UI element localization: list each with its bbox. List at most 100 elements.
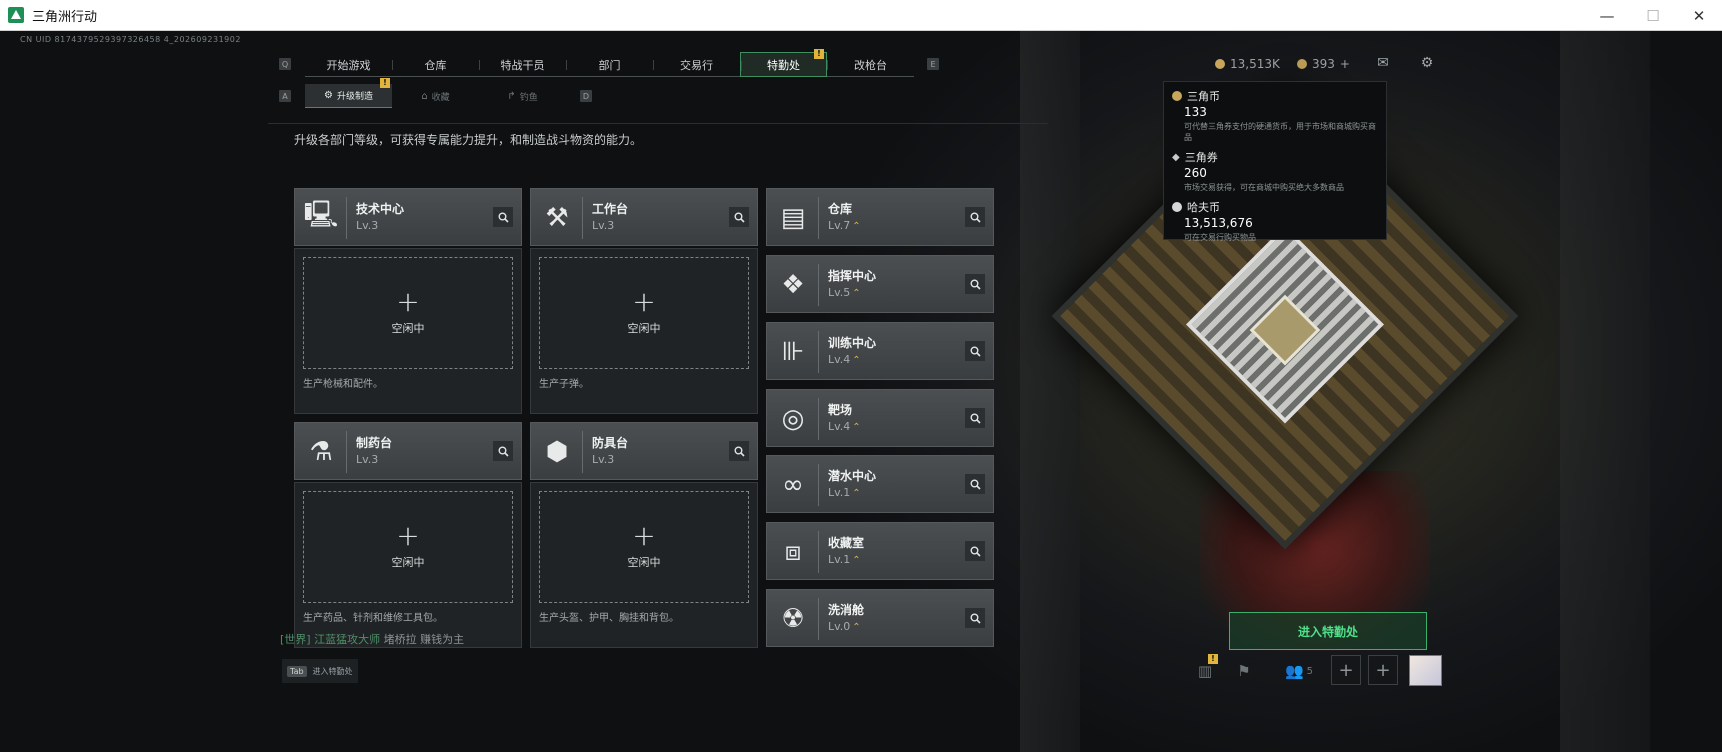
chat-user[interactable]: 江蓝猛攻大师 [314, 633, 380, 646]
tab-operators[interactable]: 特战干员 [479, 52, 566, 77]
card-body: + 空闲中 生产枪械和配件。 [294, 248, 522, 414]
search-icon[interactable] [965, 474, 985, 494]
search-icon[interactable] [965, 408, 985, 428]
close-button[interactable]: ✕ [1676, 0, 1722, 31]
ticket-currency-display[interactable]: 393 + [1297, 57, 1350, 71]
tooltip-item: ◆ 三角券 260 市场交易获得，可在商城中购买绝大多数商品 [1172, 149, 1378, 193]
search-icon[interactable] [965, 541, 985, 561]
production-card-armor-bench: ⬢ 防具台 Lv.3 + 空闲中 生产头盔、护甲、胸挂和背包。 [530, 422, 758, 648]
tab-start-game[interactable]: 开始游戏 [305, 52, 392, 77]
hafu-currency-display[interactable]: 13,513K [1215, 57, 1280, 71]
stats-chart-icon[interactable]: ▥! [1190, 654, 1220, 686]
page-description: 升级各部门等级，可获得专属能力提升，和制造战斗物资的能力。 [294, 133, 643, 147]
tab-department[interactable]: 部门 [566, 52, 653, 77]
command-center-icon: ❖ [781, 270, 805, 300]
level-text: Lv.0 [828, 620, 851, 633]
search-icon[interactable] [493, 441, 513, 461]
currency-name: 三角券 [1184, 151, 1218, 164]
add-currency-button[interactable]: + [1340, 57, 1350, 71]
facility-name: 靶场 [828, 403, 853, 417]
divider [818, 531, 819, 573]
currency-description: 市场交易获得，可在商城中购买绝大多数商品 [1184, 183, 1344, 192]
mail-icon[interactable]: ✉ [1373, 54, 1393, 72]
facility-card-diving-center[interactable]: ∞ 潜水中心 Lv.1 ⌃ [766, 455, 994, 513]
ticket-icon: ◆ [1172, 151, 1180, 163]
cube-core [1249, 294, 1321, 366]
facility-level: Lv.4 ⌃ [828, 420, 861, 433]
flag-icon[interactable]: ⚑ [1229, 656, 1259, 686]
plus-icon: + [396, 519, 420, 552]
card-header[interactable]: ⚗ 制药台 Lv.3 [294, 422, 522, 480]
hafu-coin-icon [1215, 59, 1225, 69]
production-slot[interactable]: + 空闲中 [539, 257, 749, 369]
search-icon[interactable] [729, 441, 749, 461]
computer-icon: 🖳 [303, 200, 339, 230]
currency-description: 可代替三角券支付的硬通货币，用于市场和商城购买商品 [1184, 122, 1376, 142]
add-teammate-button[interactable]: + [1368, 655, 1398, 685]
tooltip-item: 哈夫币 13,513,676 可在交易行购买物品 [1172, 199, 1378, 243]
facility-card-shooting-range[interactable]: ◎ 靶场 Lv.4 ⌃ [766, 389, 994, 447]
sub-tab-bar: ⚙ 升级制造 ! ⌂ 收藏 ↱ 钓鱼 [305, 78, 566, 108]
collection-room-icon: ⧈ [784, 536, 802, 567]
warehouse-icon: ▤ [780, 203, 806, 233]
subtab-label: 收藏 [431, 92, 450, 103]
production-slot[interactable]: + 空闲中 [303, 257, 513, 369]
facility-name: 洗消舱 [828, 603, 865, 617]
notification-badge: ! [380, 78, 390, 88]
card-header: ⊪ 训练中心 Lv.4 ⌃ [766, 322, 994, 380]
fishing-icon: ↱ [507, 90, 516, 102]
divider [582, 197, 583, 239]
tab-label: 开始游戏 [326, 58, 371, 72]
tab-gunsmith[interactable]: 改枪台 [827, 52, 914, 77]
level-text: Lv.7 [828, 219, 851, 232]
facility-card-training-center[interactable]: ⊪ 训练中心 Lv.4 ⌃ [766, 322, 994, 380]
card-header[interactable]: ⬢ 防具台 Lv.3 [530, 422, 758, 480]
upgrade-arrow-icon: ⌃ [852, 422, 861, 433]
search-icon[interactable] [965, 341, 985, 361]
subtab-fishing[interactable]: ↱ 钓鱼 [479, 84, 566, 108]
dumbbell-icon: ⊪ [781, 337, 805, 367]
tooltip-item: 三角币 133 可代替三角券支付的硬通货币，用于市场和商城购买商品 [1172, 88, 1378, 143]
subtab-upgrade-craft[interactable]: ⚙ 升级制造 ! [305, 78, 392, 108]
facility-card-warehouse[interactable]: ▤ 仓库 Lv.7 ⌃ [766, 188, 994, 246]
search-icon[interactable] [965, 207, 985, 227]
facility-name: 制药台 [356, 436, 393, 450]
card-header[interactable]: ⚒ 工作台 Lv.3 [530, 188, 758, 246]
search-icon[interactable] [965, 274, 985, 294]
divider [268, 123, 1048, 124]
search-icon[interactable] [493, 207, 513, 227]
facility-card-decontamination[interactable]: ☢ 洗消舱 Lv.0 ⌃ [766, 589, 994, 647]
tab-special-ops[interactable]: 特勤处 ! [740, 49, 827, 77]
search-icon[interactable] [965, 608, 985, 628]
production-note: 生产头盔、护甲、胸挂和背包。 [539, 613, 679, 624]
search-icon[interactable] [729, 207, 749, 227]
upgrade-arrow-icon: ⌃ [852, 555, 861, 566]
add-teammate-button[interactable]: + [1331, 655, 1361, 685]
maximize-button[interactable]: ☐ [1630, 0, 1676, 31]
tab-warehouse[interactable]: 仓库 [392, 52, 479, 77]
enter-special-ops-button[interactable]: 进入特勤处 [1229, 612, 1427, 650]
production-slot[interactable]: + 空闲中 [539, 491, 749, 603]
friends-button[interactable]: 👥 5 [1279, 656, 1319, 686]
level-text: Lv.4 [828, 353, 851, 366]
facility-card-command-center[interactable]: ❖ 指挥中心 Lv.5 ⌃ [766, 255, 994, 313]
divider [346, 431, 347, 473]
chat-message[interactable]: [世界] 江蓝猛攻大师 堵桥拉 赚钱为主 [280, 631, 464, 647]
tools-icon: ⚒ [545, 203, 569, 233]
tab-key-hint[interactable]: Tab 进入特勤处 [282, 659, 358, 683]
gear-icon[interactable]: ⚙ [1417, 54, 1437, 72]
currency-description: 可在交易行购买物品 [1184, 233, 1256, 242]
avatar[interactable] [1409, 655, 1442, 686]
minimize-button[interactable]: — [1584, 0, 1630, 31]
armor-cubes-icon: ⬢ [545, 437, 569, 467]
card-header[interactable]: 🖳 技术中心 Lv.3 [294, 188, 522, 246]
subtab-collection[interactable]: ⌂ 收藏 [392, 84, 479, 108]
facility-card-collection-room[interactable]: ⧈ 收藏室 Lv.1 ⌃ [766, 522, 994, 580]
production-slot[interactable]: + 空闲中 [303, 491, 513, 603]
chat-channel: [世界] [280, 633, 311, 646]
divider [818, 464, 819, 506]
tab-trading[interactable]: 交易行 [653, 52, 740, 77]
plus-icon: + [396, 285, 420, 318]
title-bar: 三角洲行动 — ☐ ✕ [0, 0, 1722, 31]
facility-level: Lv.4 ⌃ [828, 353, 861, 366]
